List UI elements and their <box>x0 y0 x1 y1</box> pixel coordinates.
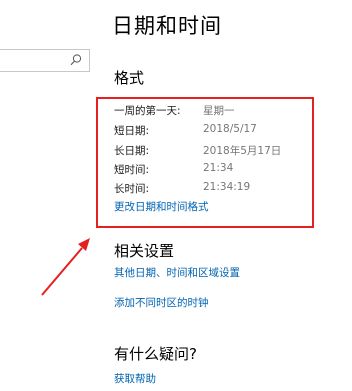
related-settings-heading: 相关设置 <box>114 242 175 260</box>
format-heading: 格式 <box>114 69 145 87</box>
search-icon <box>70 54 82 66</box>
settings-window: 日期和时间 格式 一周的第一天: 星期一 短日期: 2018/5/17 长日期:… <box>0 0 352 391</box>
annotation-highlight-box <box>96 97 314 228</box>
add-clocks-different-time-zones-link[interactable]: 添加不同时区的时钟 <box>114 295 209 310</box>
help-heading: 有什么疑问? <box>114 345 197 363</box>
page-title: 日期和时间 <box>112 14 222 38</box>
search-input[interactable] <box>0 49 90 72</box>
other-date-time-region-settings-link[interactable]: 其他日期、时间和区域设置 <box>114 265 240 280</box>
get-help-link[interactable]: 获取帮助 <box>114 371 156 386</box>
